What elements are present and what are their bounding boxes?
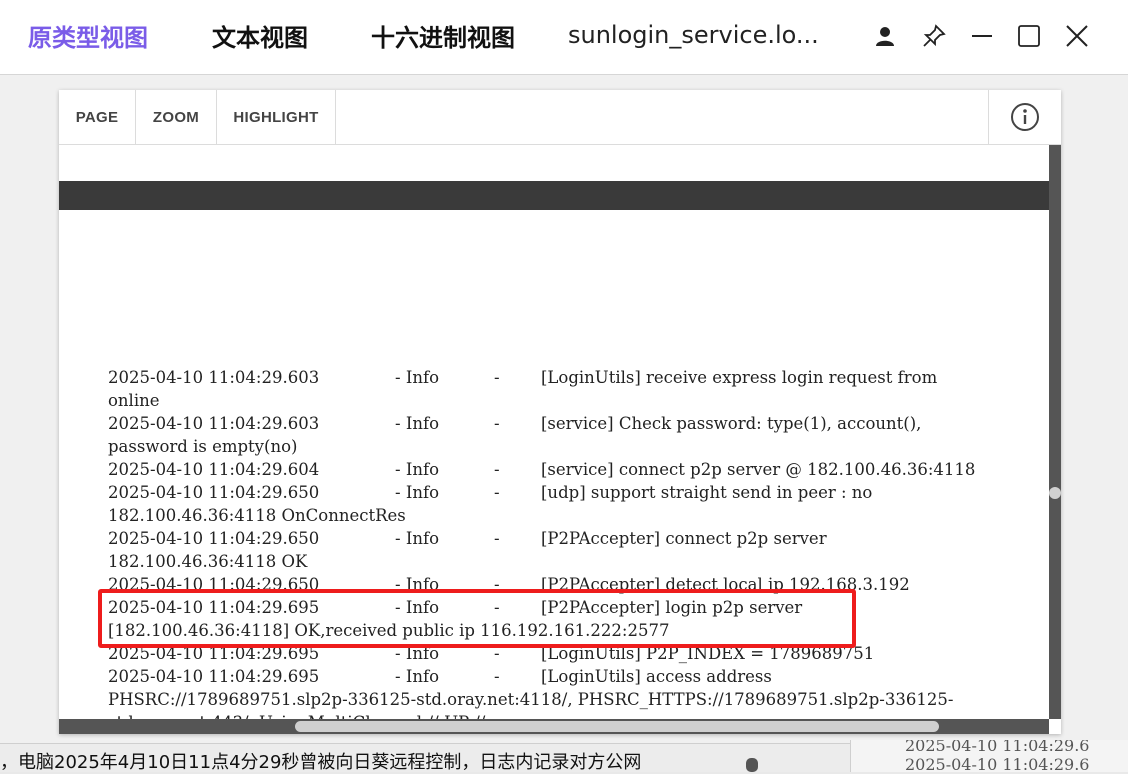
file-name: sunlogin_service.lo... — [568, 21, 819, 49]
page-button[interactable]: PAGE — [59, 90, 136, 144]
log-timestamp: 2025-04-10 11:04:29.650 — [108, 529, 320, 548]
info-button[interactable] — [988, 90, 1061, 144]
log-level: - Info — [395, 483, 440, 502]
log-message: [service] Check password: type(1), accou… — [541, 414, 922, 433]
log-separator: - — [494, 460, 500, 479]
title-bar: 原类型视图 文本视图 十六进制视图 sunlogin_service.lo... — [0, 0, 1128, 75]
user-icon[interactable] — [869, 20, 901, 52]
log-timestamp: 2025-04-10 11:04:29.695 — [108, 667, 320, 686]
log-text: 2025-04-10 11:04:29.603 - Info - [LoginUtil… — [108, 366, 1038, 719]
log-line: 2025-04-10 11:04:29.650 - Info - [P2PAccept… — [108, 527, 1038, 550]
log-line: PHSRC://1789689751.slp2p-336125-std.oray… — [108, 688, 1038, 711]
info-icon — [1011, 103, 1039, 131]
log-level: - Info — [395, 529, 440, 548]
vertical-scrollbar[interactable] — [1049, 145, 1061, 719]
log-timestamp: 2025-04-10 11:04:29.650 — [108, 483, 320, 502]
log-message: [P2PAccepter] connect p2p server — [541, 529, 827, 548]
log-level: - Info — [395, 368, 440, 387]
page-separator — [59, 181, 1049, 210]
log-line: 2025-04-10 11:04:29.604 - Info - [service] … — [108, 458, 1038, 481]
background-log-line: 2025-04-10 11:04:29.6 — [905, 740, 1090, 755]
vertical-scroll-thumb[interactable] — [1049, 487, 1061, 499]
tab-prototype-view[interactable]: 原类型视图 — [28, 18, 148, 53]
caption-text: ，电脑2025年4月10日11点4分29秒曾被向日葵远程控制，日志内记录对方公网 — [0, 752, 642, 773]
log-level: - Info — [395, 460, 440, 479]
log-continuation: online — [108, 391, 160, 410]
background-log-panel: 2025-04-10 11:04:29.6 2025-04-10 11:04:2… — [850, 740, 1128, 772]
log-line: 2025-04-10 11:04:29.603 - Info - [LoginUtil… — [108, 366, 1038, 389]
horizontal-scrollbar[interactable] — [59, 719, 1049, 734]
log-separator: - — [494, 529, 500, 548]
log-message: [udp] support straight send in peer : no — [541, 483, 873, 502]
log-line: std.oray.net:443/, UsingMultiChannel://:… — [108, 711, 1038, 719]
viewer-toolbar: PAGE ZOOM HIGHLIGHT — [59, 90, 1061, 145]
log-line: 2025-04-10 11:04:29.650 - Info - [udp] supp… — [108, 481, 1038, 504]
background-log-line: 2025-04-10 11:04:29.6 — [905, 755, 1090, 772]
log-separator: - — [494, 368, 500, 387]
log-message: [service] connect p2p server @ 182.100.4… — [541, 460, 976, 479]
tab-hex-view[interactable]: 十六进制视图 — [371, 18, 515, 53]
log-line: 2025-04-10 11:04:29.603 - Info - [service] … — [108, 412, 1038, 435]
log-continuation: 182.100.46.36:4118 OnConnectRes — [108, 506, 406, 525]
log-continuation: std.oray.net:443/, UsingMultiChannel://:… — [108, 711, 491, 719]
log-message: [LoginUtils] receive express login reque… — [541, 368, 938, 387]
highlight-button[interactable]: HIGHLIGHT — [217, 90, 336, 144]
minimize-icon[interactable] — [966, 20, 998, 52]
log-separator: - — [494, 414, 500, 433]
log-continuation: PHSRC://1789689751.slp2p-336125-std.oray… — [108, 690, 954, 709]
log-separator: - — [494, 667, 500, 686]
maximize-icon[interactable] — [1013, 20, 1045, 52]
log-line: online — [108, 389, 1038, 412]
log-line: 2025-04-10 11:04:29.695 - Info - [LoginUtil… — [108, 665, 1038, 688]
tab-text-view[interactable]: 文本视图 — [212, 18, 308, 53]
log-level: - Info — [395, 414, 440, 433]
close-icon[interactable] — [1061, 20, 1093, 52]
log-line: 182.100.46.36:4118 OK — [108, 550, 1038, 573]
log-line: password is empty(no) — [108, 435, 1038, 458]
pin-icon[interactable] — [918, 20, 950, 52]
log-timestamp: 2025-04-10 11:04:29.603 — [108, 368, 320, 387]
log-message: [LoginUtils] access address — [541, 667, 772, 686]
log-level: - Info — [395, 667, 440, 686]
annotation-highlight-box — [98, 589, 856, 648]
horizontal-scroll-thumb[interactable] — [295, 721, 939, 732]
log-line: 182.100.46.36:4118 OnConnectRes — [108, 504, 1038, 527]
log-timestamp: 2025-04-10 11:04:29.603 — [108, 414, 320, 433]
log-continuation: 182.100.46.36:4118 OK — [108, 552, 308, 571]
log-continuation: password is empty(no) — [108, 437, 298, 456]
log-timestamp: 2025-04-10 11:04:29.604 — [108, 460, 320, 479]
background-caption-strip: ，电脑2025年4月10日11点4分29秒曾被向日葵远程控制，日志内记录对方公网… — [0, 740, 1128, 773]
zoom-button[interactable]: ZOOM — [136, 90, 217, 144]
log-separator: - — [494, 483, 500, 502]
background-scrollbar — [746, 758, 758, 772]
